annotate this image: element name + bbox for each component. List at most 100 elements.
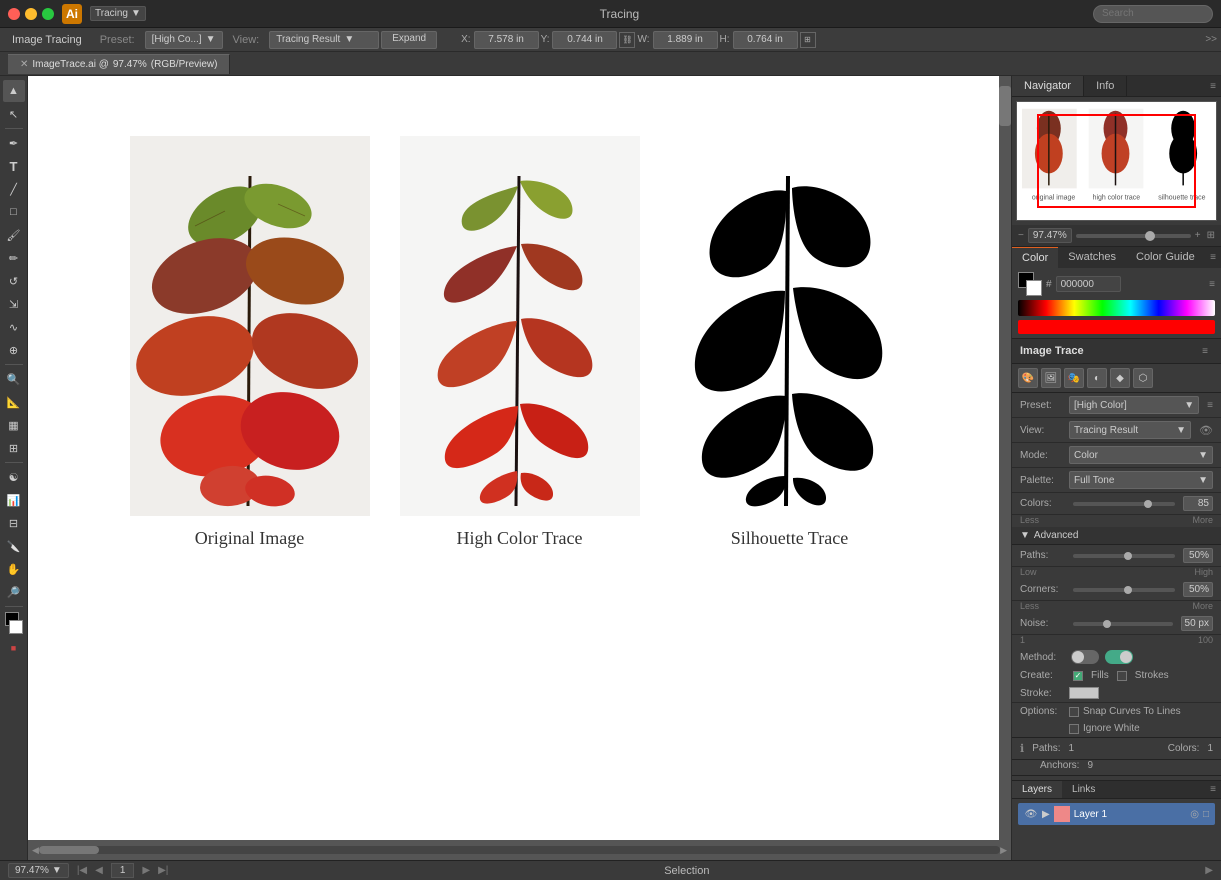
preset-dropdown[interactable]: [High Co...] ▼ — [145, 31, 223, 49]
x-input[interactable]: 7.578 in — [474, 31, 539, 49]
maximize-button[interactable] — [42, 8, 54, 20]
doc-tab[interactable]: ✕ ImageTrace.ai @ 97.47% (RGB/Preview) — [8, 54, 230, 74]
view-dropdown[interactable]: Tracing Result ▼ — [269, 31, 379, 49]
snap-curves-checkbox[interactable] — [1069, 707, 1079, 717]
paths-value[interactable]: 50% — [1183, 548, 1213, 563]
tab-swatches[interactable]: Swatches — [1058, 247, 1126, 268]
palette-dropdown[interactable]: Full Tone ▼ — [1069, 471, 1213, 489]
tool-slice[interactable]: 🔪 — [3, 535, 25, 557]
overflow-menu[interactable]: >> — [1205, 34, 1217, 45]
view-eye-icon[interactable]: 👁 — [1199, 424, 1213, 437]
color-spectrum-bar[interactable] — [1018, 300, 1215, 316]
title-search-input[interactable] — [1093, 5, 1213, 23]
tool-gradient[interactable]: ▦ — [3, 414, 25, 436]
tab-color-guide[interactable]: Color Guide — [1126, 247, 1205, 268]
h-scrollbar[interactable]: ◀ ▶ — [28, 840, 1011, 860]
layer-expand-icon[interactable]: ▶ — [1042, 809, 1050, 820]
noise-slider-thumb[interactable] — [1103, 620, 1111, 628]
tool-change-mode[interactable]: ■ — [3, 637, 25, 659]
noise-slider[interactable] — [1073, 622, 1173, 626]
trace-icon-bw[interactable]: ◆ — [1110, 368, 1130, 388]
zoom-slider[interactable] — [1076, 234, 1191, 238]
corners-slider-thumb[interactable] — [1124, 586, 1132, 594]
tool-zoom[interactable]: 🔎 — [3, 581, 25, 603]
expand-button[interactable]: Expand — [381, 31, 437, 49]
link-icon[interactable]: ⛓ — [619, 32, 635, 48]
colors-value[interactable]: 85 — [1183, 496, 1213, 511]
scroll-track[interactable] — [39, 846, 1000, 854]
tool-eyedropper[interactable]: 🔍 — [3, 368, 25, 390]
fills-checkbox[interactable]: ✓ — [1073, 671, 1083, 681]
nav-back[interactable]: ◀ — [95, 865, 103, 876]
tool-measure[interactable]: 📐 — [3, 391, 25, 413]
tool-column-graph[interactable]: 📊 — [3, 489, 25, 511]
fill-stroke-indicator[interactable] — [1018, 272, 1042, 296]
paths-slider[interactable] — [1073, 554, 1175, 558]
zoom-out-icon[interactable]: − — [1018, 230, 1024, 241]
menu-image-tracing[interactable]: Image Tracing — [4, 32, 90, 48]
tool-blend[interactable]: ⊕ — [3, 339, 25, 361]
tool-mesh[interactable]: ⊞ — [3, 437, 25, 459]
layer-1-row[interactable]: 👁 ▶ Layer 1 ◎ □ — [1018, 803, 1215, 825]
minimize-button[interactable] — [25, 8, 37, 20]
strokes-checkbox[interactable] — [1117, 671, 1127, 681]
tool-pen[interactable]: ✒ — [3, 132, 25, 154]
scroll-right-arrow[interactable]: ▶ — [1000, 845, 1007, 856]
image-trace-menu[interactable]: ≡ — [1197, 343, 1213, 359]
corners-slider[interactable] — [1073, 588, 1175, 592]
colors-slider[interactable] — [1073, 502, 1175, 506]
trace-icon-high-color[interactable]: 🖼 — [1041, 368, 1061, 388]
zoom-indicator[interactable]: 97.47% ▼ — [8, 863, 69, 878]
nav-expand-icon[interactable]: ⊞ — [1207, 230, 1215, 241]
nav-prev[interactable]: |◀ — [77, 865, 87, 876]
canvas-area[interactable]: Original Image — [28, 76, 1011, 860]
stroke-swatch[interactable] — [1069, 687, 1099, 699]
preset-menu-icon[interactable]: ≡ — [1207, 400, 1213, 411]
tab-info[interactable]: Info — [1084, 76, 1127, 96]
fill-stroke-colors[interactable] — [3, 612, 25, 634]
tab-navigator[interactable]: Navigator — [1012, 76, 1084, 96]
hex-color-input[interactable] — [1056, 276, 1121, 292]
tab-layers[interactable]: Layers — [1012, 781, 1062, 798]
stroke-color[interactable] — [1026, 280, 1042, 296]
close-button[interactable] — [8, 8, 20, 20]
tool-direct-select[interactable]: ↖ — [3, 103, 25, 125]
corners-value[interactable]: 50% — [1183, 582, 1213, 597]
layer-select-icon[interactable]: □ — [1203, 809, 1209, 820]
paths-slider-thumb[interactable] — [1124, 552, 1132, 560]
y-input[interactable]: 0.744 in — [552, 31, 617, 49]
noise-value[interactable]: 50 px — [1181, 616, 1213, 631]
close-tab-icon[interactable]: ✕ — [20, 59, 28, 70]
colors-slider-thumb[interactable] — [1144, 500, 1152, 508]
tool-type[interactable]: T — [3, 155, 25, 177]
status-arrow[interactable]: ▶ — [1205, 865, 1213, 876]
tool-pencil[interactable]: ✏ — [3, 247, 25, 269]
nav-last[interactable]: ▶| — [158, 865, 168, 876]
layers-panel-menu[interactable]: ≡ — [1205, 782, 1221, 798]
color-panel-overflow[interactable]: ≡ — [1209, 279, 1215, 290]
method-toggle-1[interactable] — [1071, 650, 1099, 664]
tab-links[interactable]: Links — [1062, 781, 1105, 798]
zoom-slider-thumb[interactable] — [1145, 231, 1155, 241]
v-scrollbar[interactable] — [999, 76, 1011, 840]
tool-hand[interactable]: ✋ — [3, 558, 25, 580]
layer-target-icon[interactable]: ◎ — [1190, 809, 1199, 820]
view-dropdown-panel[interactable]: Tracing Result ▼ — [1069, 421, 1191, 439]
trace-icon-low-color[interactable]: 🎭 — [1064, 368, 1084, 388]
scroll-thumb[interactable] — [39, 846, 99, 854]
workspace-dropdown[interactable]: Tracing ▼ — [90, 6, 146, 21]
trace-icon-grayscale[interactable]: ◐ — [1087, 368, 1107, 388]
tool-artboard[interactable]: ⊟ — [3, 512, 25, 534]
mode-dropdown[interactable]: Color ▼ — [1069, 446, 1213, 464]
preset-dropdown-panel[interactable]: [High Color] ▼ — [1069, 396, 1199, 414]
layer-name[interactable]: Layer 1 — [1074, 809, 1187, 820]
v-scrollbar-thumb[interactable] — [999, 86, 1011, 126]
stats-info-icon[interactable]: ℹ — [1020, 742, 1024, 755]
original-image-box[interactable] — [130, 136, 370, 516]
w-input[interactable]: 1.889 in — [653, 31, 718, 49]
trace-image-box[interactable] — [400, 136, 640, 516]
layer-visibility-icon[interactable]: 👁 — [1024, 807, 1038, 821]
tool-line[interactable]: ╱ — [3, 178, 25, 200]
tool-symbol[interactable]: ☯ — [3, 466, 25, 488]
advanced-header[interactable]: ▼ Advanced — [1012, 527, 1221, 545]
